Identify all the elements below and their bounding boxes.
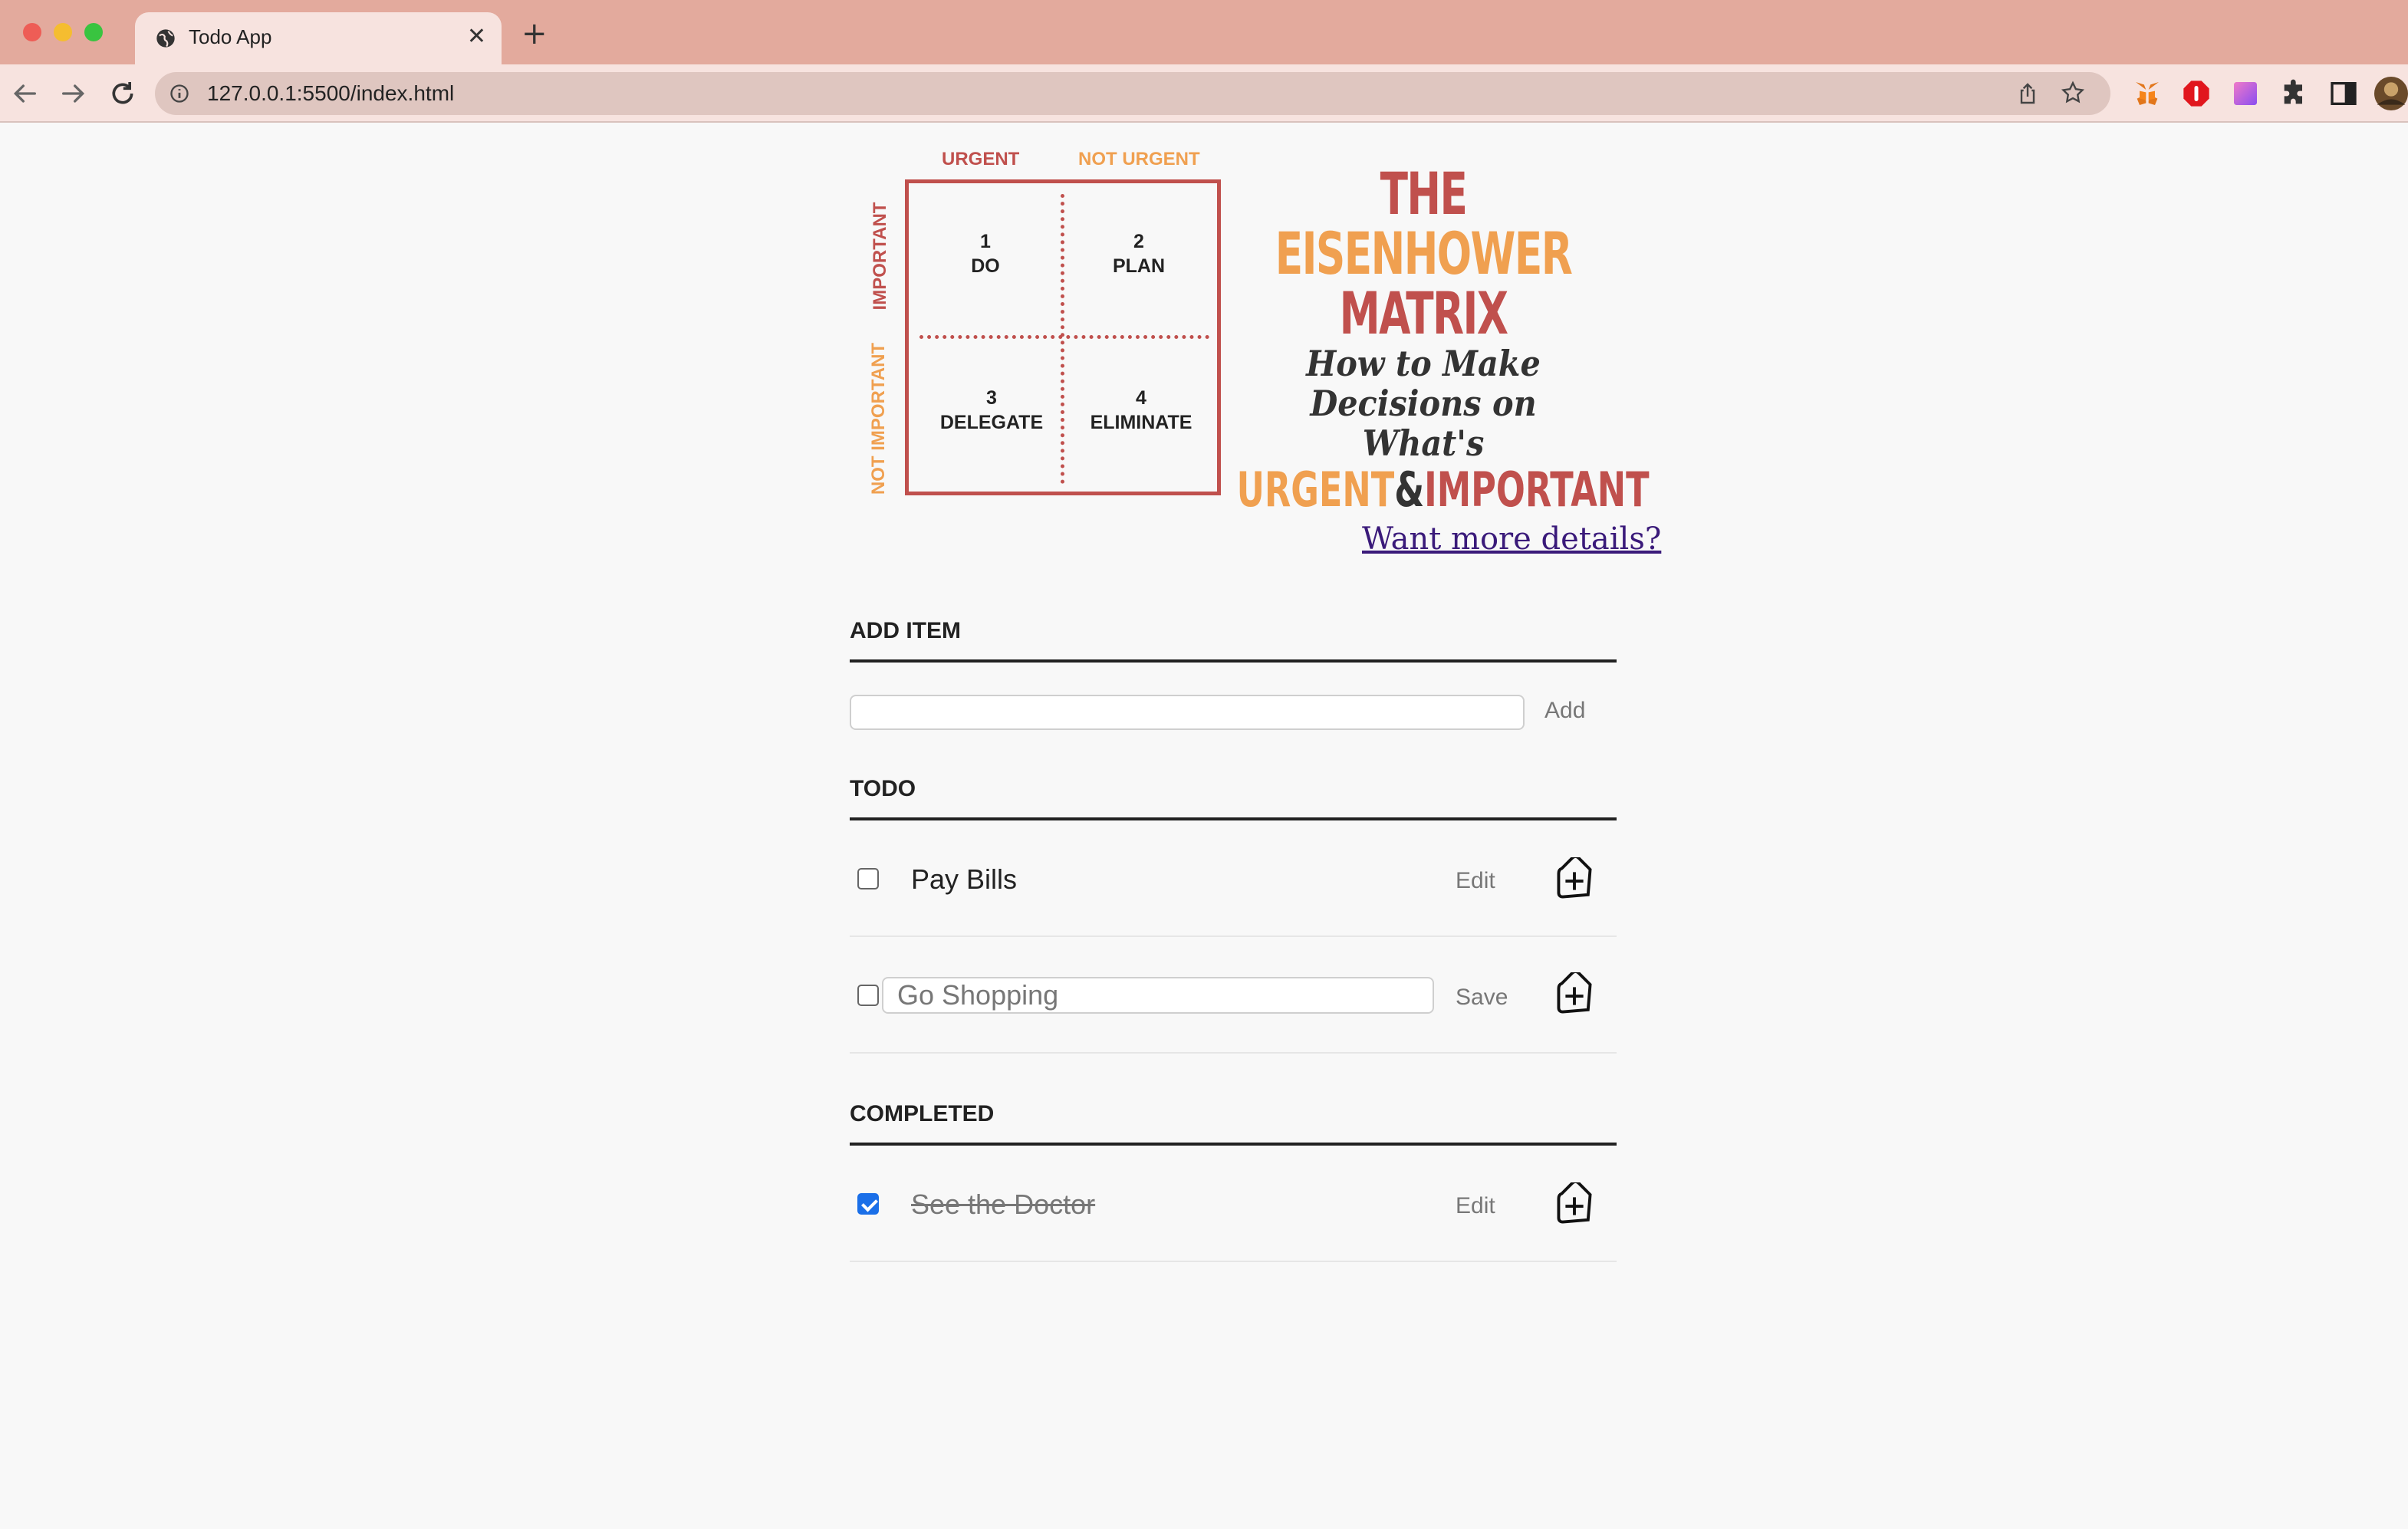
matrix-grid: 1 DO 2 PLAN 3 DELEGATE 4 ELIMINATE [905, 179, 1221, 495]
quadrant-delegate: 3 DELEGATE [930, 386, 1053, 435]
item-checkbox-checked[interactable] [857, 1193, 879, 1215]
adblock-icon[interactable] [2181, 78, 2212, 109]
add-button[interactable]: Add [1544, 698, 1585, 724]
matrix-important-label: IMPORTANT [870, 202, 890, 311]
url-text[interactable]: 127.0.0.1:5500/index.html [207, 81, 454, 106]
tag-add-icon[interactable] [1551, 857, 1598, 905]
quadrant-label: DELEGATE [939, 412, 1044, 433]
matrix-title-block: THE EISENHOWER MATRIX How to Make Decisi… [1233, 159, 1650, 518]
item-text: See the Doctor [911, 1189, 1096, 1220]
profile-avatar[interactable] [2374, 77, 2408, 110]
new-item-input[interactable] [850, 695, 1525, 730]
back-arrow-icon[interactable] [9, 78, 40, 109]
item-checkbox[interactable] [857, 985, 879, 1006]
quadrant-number: 1 [980, 231, 991, 252]
bottom-urgent: URGENT [1236, 462, 1395, 518]
address-bar[interactable]: 127.0.0.1:5500/index.html [155, 72, 2110, 115]
minimize-window-button[interactable] [54, 23, 72, 41]
globe-icon [156, 29, 175, 48]
title-urgent-important: URGENT&IMPORTANT [1236, 462, 1650, 518]
save-button[interactable]: Save [1456, 985, 1508, 1011]
metamask-fox-icon[interactable] [2132, 78, 2163, 109]
new-tab-button[interactable]: + [521, 18, 548, 49]
info-icon[interactable] [169, 83, 190, 104]
gradient-extension-icon[interactable] [2230, 78, 2261, 109]
edit-button[interactable]: Edit [1456, 1193, 1495, 1219]
matrix-vertical-divider [1061, 194, 1064, 484]
completed-heading: COMPLETED [850, 1101, 995, 1126]
subtitle-line-2: Decisions on What's [1310, 383, 1537, 464]
quadrant-plan: 2 PLAN [1085, 229, 1192, 278]
more-details-link[interactable]: Want more details? [1362, 521, 1661, 557]
quadrant-label: PLAN [1112, 255, 1166, 277]
completed-item: See the Doctor Edit [850, 1146, 1617, 1262]
browser-tab-bar: Todo App ✕ + [0, 0, 2408, 64]
tag-add-icon[interactable] [1551, 972, 1598, 1020]
bottom-important: IMPORTANT [1424, 462, 1650, 518]
matrix-horizontal-divider [919, 335, 1209, 339]
todo-item-editing: Save [850, 937, 1617, 1054]
bookmark-star-icon[interactable] [2060, 80, 2086, 106]
add-item-divider [850, 659, 1617, 663]
title-eisenhower: EISENHOWER [1275, 219, 1573, 288]
tab-close-icon[interactable]: ✕ [467, 23, 486, 51]
quadrant-number: 3 [986, 387, 997, 409]
todo-item: Pay Bills Edit [850, 820, 1617, 937]
reload-icon[interactable] [107, 78, 138, 109]
add-item-heading: ADD ITEM [850, 618, 961, 643]
matrix-not-urgent-label: NOT URGENT [1078, 149, 1200, 169]
item-text: Pay Bills [911, 863, 1018, 895]
quadrant-eliminate: 4 ELIMINATE [1076, 386, 1206, 435]
tag-add-icon[interactable] [1551, 1182, 1598, 1230]
title-matrix: MATRIX [1339, 279, 1508, 347]
share-icon[interactable] [2015, 81, 2040, 106]
quadrant-do: 1 DO [939, 229, 1031, 278]
quadrant-label: DO [971, 255, 1000, 277]
extensions-puzzle-icon[interactable] [2279, 78, 2310, 109]
forward-arrow-icon[interactable] [58, 78, 89, 109]
title-the: THE [1380, 159, 1468, 228]
close-window-button[interactable] [23, 23, 41, 41]
maximize-window-button[interactable] [84, 23, 103, 41]
tab-title: Todo App [189, 25, 272, 48]
quadrant-number: 4 [1136, 387, 1146, 409]
quadrant-number: 2 [1133, 231, 1144, 252]
item-checkbox[interactable] [857, 868, 879, 889]
browser-toolbar: 127.0.0.1:5500/index.html [0, 64, 2408, 123]
matrix-urgent-label: URGENT [942, 149, 1020, 169]
matrix-not-important-label: NOT IMPORTANT [868, 342, 889, 495]
subtitle-line-1: How to Make [1306, 343, 1541, 384]
side-panel-icon[interactable] [2328, 78, 2359, 109]
bottom-ampersand: & [1394, 462, 1425, 518]
quadrant-label: ELIMINATE [1090, 412, 1192, 433]
item-edit-input[interactable] [882, 977, 1434, 1014]
browser-tab[interactable]: Todo App ✕ [135, 12, 502, 64]
todo-heading: TODO [850, 776, 916, 801]
edit-button[interactable]: Edit [1456, 868, 1495, 894]
